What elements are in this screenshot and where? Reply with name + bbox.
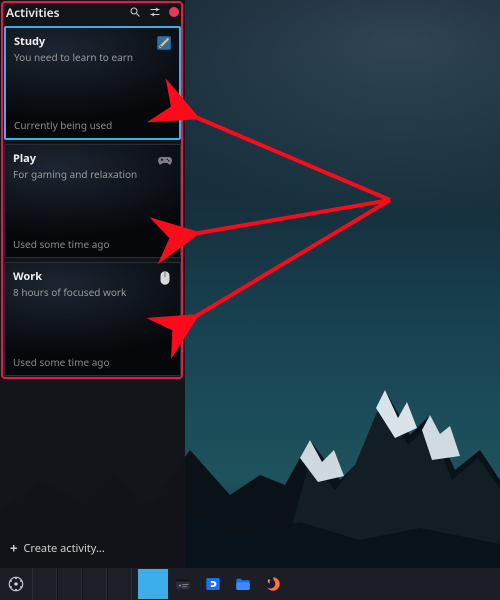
taskbar (0, 568, 500, 600)
mouse-icon (156, 269, 174, 287)
application-launcher[interactable] (0, 568, 32, 600)
settings-sliders-icon[interactable] (149, 6, 161, 18)
activity-subtitle: 8 hours of focused work (13, 285, 172, 299)
activity-status: Used some time ago (13, 355, 110, 369)
activities-panel: Activities Study You need to learn to ea… (0, 0, 185, 568)
task-activities-switcher[interactable] (138, 569, 168, 599)
activity-subtitle: You need to learn to earn (14, 50, 171, 64)
create-activity-label: Create activity... (23, 541, 104, 556)
task-manager (138, 568, 288, 600)
pager-desktop-4[interactable] (107, 568, 132, 600)
task-firefox[interactable] (258, 569, 288, 599)
activity-subtitle: For gaming and relaxation (13, 167, 172, 181)
activity-card-work[interactable]: Work 8 hours of focused work Used some t… (4, 262, 181, 376)
activity-title: Study (14, 34, 171, 49)
plus-icon: + (10, 542, 17, 555)
pager-desktop-1[interactable] (32, 568, 57, 600)
activity-title: Work (13, 269, 172, 284)
activity-status: Currently being used (14, 118, 112, 132)
search-icon[interactable] (129, 6, 141, 18)
pencil-note-icon (155, 34, 173, 52)
pager-desktop-2[interactable] (57, 568, 82, 600)
pager-desktop-3[interactable] (82, 568, 107, 600)
task-discover-store[interactable] (198, 569, 228, 599)
gamepad-icon (156, 151, 174, 169)
virtual-desktop-pager (32, 568, 132, 600)
activities-list: Study You need to learn to earn Currentl… (0, 24, 185, 384)
activity-card-study[interactable]: Study You need to learn to earn Currentl… (4, 26, 181, 140)
task-file-manager[interactable] (228, 569, 258, 599)
task-system-settings[interactable] (168, 569, 198, 599)
close-icon[interactable] (169, 7, 179, 17)
activities-title: Activities (6, 4, 129, 21)
activity-status: Used some time ago (13, 237, 110, 251)
activity-title: Play (13, 151, 172, 166)
create-activity-button[interactable]: + Create activity... (0, 531, 185, 568)
activity-card-play[interactable]: Play For gaming and relaxation Used some… (4, 144, 181, 258)
activities-header: Activities (0, 0, 185, 24)
